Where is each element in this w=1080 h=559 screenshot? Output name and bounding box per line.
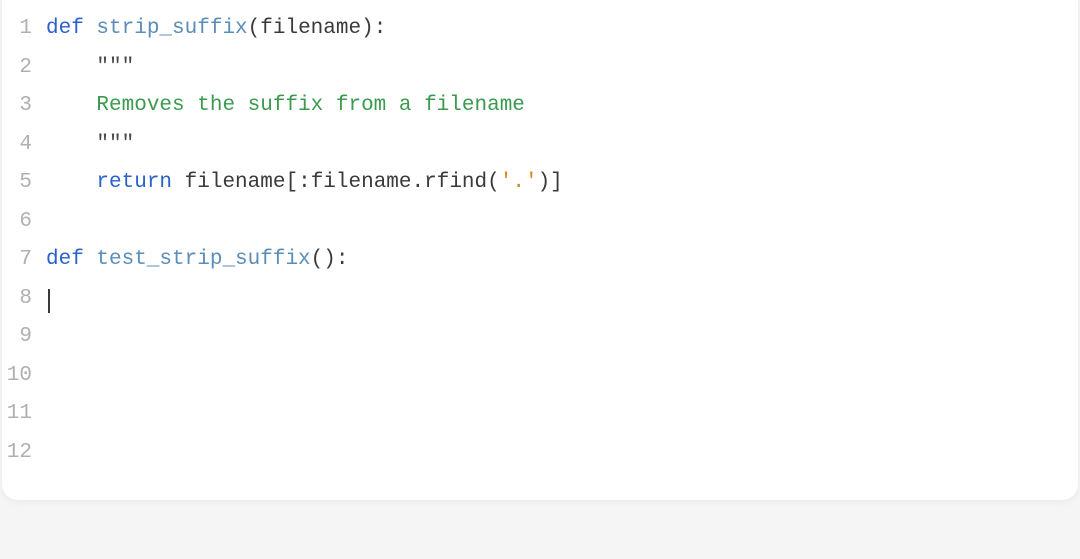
line-number: 7: [2, 241, 46, 280]
code-line[interactable]: 2 """: [2, 49, 1078, 88]
line-number: 1: [2, 10, 46, 49]
code-text: return filename[:filename.rfind('.')]: [46, 164, 563, 203]
code-text: def strip_suffix(filename):: [46, 10, 386, 49]
code-line[interactable]: 9: [2, 318, 1078, 357]
code-editor[interactable]: 1 def strip_suffix(filename): 2 """ 3 Re…: [2, 0, 1078, 500]
line-number: 2: [2, 49, 46, 88]
line-number: 4: [2, 126, 46, 165]
code-line[interactable]: 4 """: [2, 126, 1078, 165]
line-number: 6: [2, 203, 46, 242]
line-number: 9: [2, 318, 46, 357]
code-text: """: [46, 49, 134, 88]
code-text: Removes the suffix from a filename: [46, 87, 525, 126]
text-cursor: [48, 289, 50, 313]
line-number: 8: [2, 280, 46, 319]
code-line[interactable]: 11: [2, 395, 1078, 434]
code-line[interactable]: 7 def test_strip_suffix():: [2, 241, 1078, 280]
code-line[interactable]: 5 return filename[:filename.rfind('.')]: [2, 164, 1078, 203]
code-line[interactable]: 1 def strip_suffix(filename):: [2, 10, 1078, 49]
line-number: 12: [2, 434, 46, 473]
line-number: 11: [2, 395, 46, 434]
code-line[interactable]: 12: [2, 434, 1078, 473]
code-line[interactable]: 6: [2, 203, 1078, 242]
line-number: 3: [2, 87, 46, 126]
code-text: def test_strip_suffix():: [46, 241, 348, 280]
code-line[interactable]: 8: [2, 280, 1078, 319]
code-text: """: [46, 126, 134, 165]
code-text: [46, 280, 50, 319]
line-number: 10: [2, 357, 46, 396]
line-number: 5: [2, 164, 46, 203]
code-line[interactable]: 10: [2, 357, 1078, 396]
code-line[interactable]: 3 Removes the suffix from a filename: [2, 87, 1078, 126]
